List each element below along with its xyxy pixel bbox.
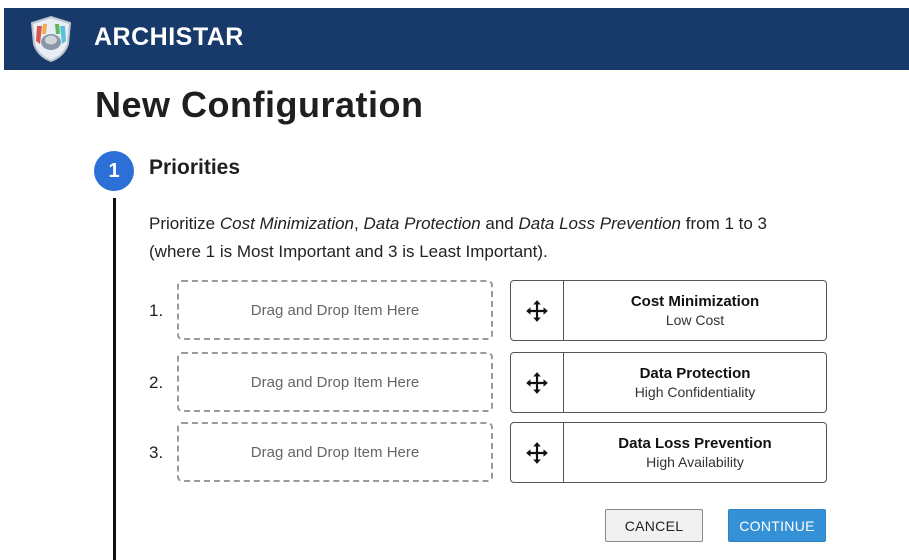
cancel-button[interactable]: CANCEL	[605, 509, 703, 542]
step-connector-line	[113, 198, 116, 560]
item-subtitle: High Availability	[646, 453, 744, 470]
item-subtitle: Low Cost	[665, 311, 725, 328]
draggable-item-cost-minimization[interactable]: Cost Minimization Low Cost	[510, 280, 827, 341]
item-title: Data Loss Prevention	[618, 434, 772, 452]
item-text: Cost Minimization Low Cost	[564, 281, 826, 340]
rank-label-2: 2.	[149, 373, 164, 392]
drag-handle[interactable]	[511, 281, 564, 340]
item-title: Cost Minimization	[630, 292, 760, 310]
move-icon	[526, 371, 548, 394]
item-text: Data Protection High Confidentiality	[564, 353, 826, 412]
move-icon	[526, 299, 548, 322]
app-header: ARCHISTAR	[4, 8, 909, 70]
step-number-badge: 1	[94, 151, 134, 191]
rank-label-1: 1.	[149, 301, 164, 320]
instructions-text: Prioritize Cost Minimization, Data Prote…	[149, 214, 767, 261]
item-text: Data Loss Prevention High Availability	[564, 423, 826, 482]
step-title: Priorities	[149, 156, 241, 179]
rank-label-3: 3.	[149, 443, 164, 462]
drop-zone-2[interactable]: Drag and Drop Item Here	[177, 352, 493, 412]
shield-logo-icon	[30, 15, 72, 63]
page-title: New Configuration	[95, 84, 424, 125]
draggable-item-data-loss-prevention[interactable]: Data Loss Prevention High Availability	[510, 422, 827, 483]
draggable-item-data-protection[interactable]: Data Protection High Confidentiality	[510, 352, 827, 413]
drag-handle[interactable]	[511, 353, 564, 412]
drop-zone-1[interactable]: Drag and Drop Item Here	[177, 280, 493, 340]
brand-name: ARCHISTAR	[94, 23, 244, 51]
drop-zone-3[interactable]: Drag and Drop Item Here	[177, 422, 493, 482]
move-icon	[526, 441, 548, 464]
drag-handle[interactable]	[511, 423, 564, 482]
item-subtitle: High Confidentiality	[634, 383, 756, 400]
continue-button[interactable]: CONTINUE	[728, 509, 826, 542]
item-title: Data Protection	[639, 364, 751, 382]
